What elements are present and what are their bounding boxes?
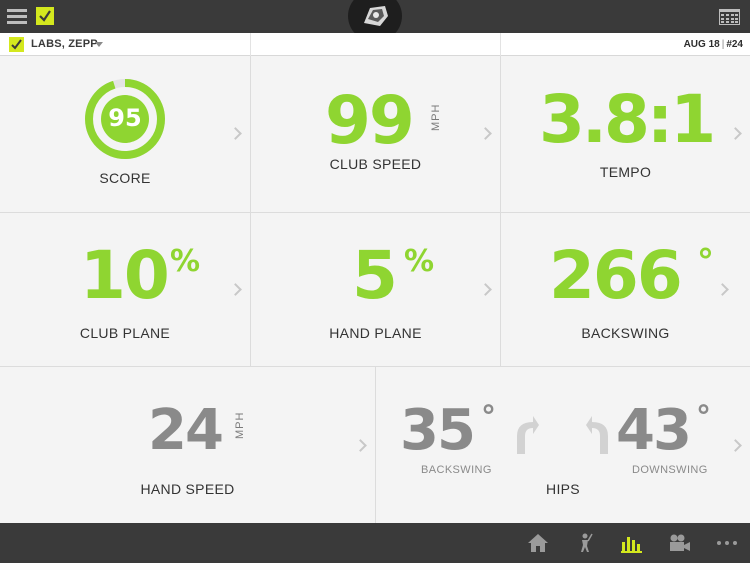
- backswing-value: 266: [549, 237, 683, 314]
- tempo-tile[interactable]: 3.8:1 TEMPO: [501, 57, 750, 212]
- hips-downswing-value: 43: [616, 398, 692, 463]
- bottom-nav: [0, 523, 750, 563]
- divider: [250, 33, 251, 56]
- app: LABS, ZEPP AUG 18 | #24 95 SCORE 99 MPH CL…: [0, 0, 750, 563]
- hips-backswing-label: BACKSWING: [421, 464, 492, 476]
- backswing-tile[interactable]: 266 ° BACKSWING: [501, 213, 750, 366]
- club-speed-label: CLUB SPEED: [329, 156, 422, 172]
- hand-plane-label: HAND PLANE: [329, 325, 422, 341]
- chevron-down-icon[interactable]: [95, 42, 103, 47]
- more-icon[interactable]: [716, 533, 740, 553]
- chevron-right-icon: [354, 439, 367, 452]
- calendar-icon[interactable]: [719, 9, 740, 25]
- session-bar: LABS, ZEPP AUG 18 | #24: [0, 33, 750, 56]
- hand-speed-tile[interactable]: 24 MPH HAND SPEED: [0, 367, 375, 523]
- hand-speed-value: 24: [148, 398, 224, 463]
- user-name[interactable]: LABS, ZEPP: [31, 38, 98, 50]
- club-plane-label: CLUB PLANE: [79, 325, 171, 341]
- home-icon[interactable]: [527, 533, 551, 553]
- chevron-right-icon: [729, 439, 742, 452]
- hand-speed-label: HAND SPEED: [140, 481, 235, 497]
- score-label: SCORE: [99, 170, 151, 186]
- hand-plane-value: 5: [352, 237, 398, 314]
- divider: [500, 33, 501, 56]
- video-icon[interactable]: [669, 533, 693, 553]
- zepp-logo-icon[interactable]: [36, 7, 54, 25]
- club-head-icon: [347, 0, 403, 34]
- arrow-up-left-icon: [586, 416, 608, 454]
- hand-plane-unit: %: [404, 244, 435, 279]
- hips-label: HIPS: [546, 481, 580, 497]
- club-plane-tile[interactable]: 10 % CLUB PLANE: [0, 213, 250, 366]
- club-speed-tile[interactable]: 99 MPH CLUB SPEED: [251, 57, 500, 212]
- hand-plane-tile[interactable]: 5 % HAND PLANE: [251, 213, 500, 366]
- tempo-value: 3.8:1: [539, 87, 716, 153]
- score-tile[interactable]: 95 SCORE: [0, 57, 250, 212]
- date-text: AUG 18: [683, 39, 720, 50]
- arrow-up-right-icon: [517, 416, 539, 454]
- chevron-right-icon: [479, 127, 492, 140]
- backswing-unit: °: [697, 242, 714, 282]
- tempo-text: 3.8:1: [539, 81, 716, 158]
- hips-tile[interactable]: 35 ° BACKSWING 43 ° DOWNSWING HIPS: [376, 367, 750, 523]
- chevron-right-icon: [479, 283, 492, 296]
- chevron-right-icon: [229, 127, 242, 140]
- user-badge-icon: [9, 37, 24, 52]
- club-speed-value: 99: [325, 82, 415, 159]
- tempo-label: TEMPO: [599, 164, 652, 180]
- swing-number: #24: [726, 39, 743, 50]
- chevron-right-icon: [716, 283, 729, 296]
- swing-date: AUG 18 | #24: [683, 39, 743, 50]
- hips-backswing-value: 35: [400, 398, 476, 463]
- chevron-right-icon: [229, 283, 242, 296]
- club-plane-value: 10: [80, 237, 170, 314]
- stats-icon[interactable]: [621, 533, 645, 553]
- club-speed-unit: MPH: [430, 103, 442, 131]
- menu-icon[interactable]: [7, 9, 27, 24]
- chevron-right-icon: [729, 127, 742, 140]
- hand-speed-unit: MPH: [234, 411, 246, 439]
- hips-backswing-unit: °: [481, 400, 496, 435]
- backswing-label: BACKSWING: [581, 325, 670, 341]
- score-value: 95: [108, 104, 142, 132]
- golfer-icon[interactable]: [576, 533, 600, 553]
- hips-downswing-unit: °: [696, 400, 711, 435]
- club-plane-unit: %: [170, 244, 201, 279]
- top-bar: [0, 0, 750, 34]
- hips-downswing-label: DOWNSWING: [632, 464, 708, 476]
